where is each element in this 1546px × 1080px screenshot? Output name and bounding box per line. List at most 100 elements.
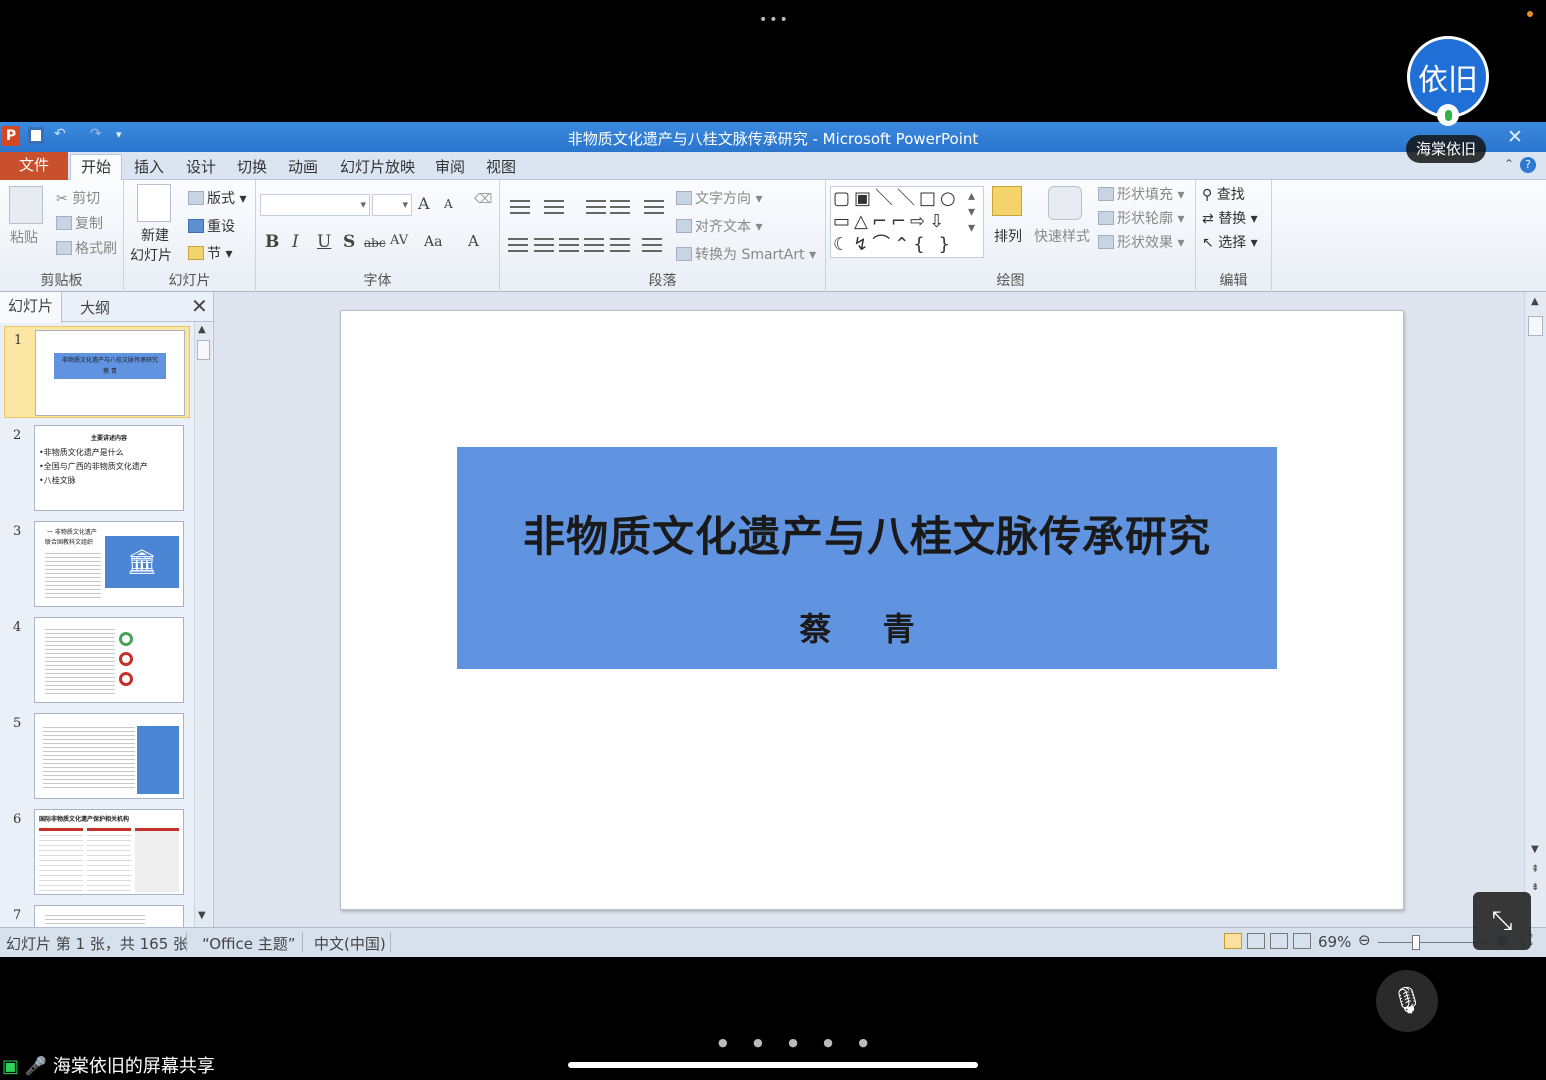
tab-transitions[interactable]: 切换: [237, 156, 267, 177]
justify-icon[interactable]: [584, 238, 604, 252]
close-window-button[interactable]: ✕: [1507, 126, 1523, 148]
format-painter-button[interactable]: 格式刷: [56, 238, 117, 258]
help-icon[interactable]: ?: [1520, 157, 1537, 173]
text-direction-button[interactable]: 文字方向 ▾: [676, 188, 762, 208]
tab-review[interactable]: 审阅: [435, 156, 465, 177]
font-size-select[interactable]: ▾: [372, 194, 412, 216]
grow-font-button[interactable]: A: [418, 194, 430, 213]
arrange-icon[interactable]: [992, 186, 1022, 216]
zoom-level[interactable]: 69%: [1318, 933, 1351, 951]
tab-home[interactable]: 开始: [70, 154, 122, 181]
slide-thumbnail-5[interactable]: 5: [4, 710, 190, 802]
new-slide-button[interactable]: 幻灯片: [130, 245, 172, 265]
numbering-icon[interactable]: [544, 200, 564, 214]
mute-microphone-icon[interactable]: 🎙: [1376, 970, 1438, 1032]
distribute-icon[interactable]: [610, 238, 630, 252]
slide-thumbnail-3[interactable]: 3 一 非物质文化遗产 联合国教科文组织 🏛: [4, 518, 190, 610]
smartart-button[interactable]: 转换为 SmartArt ▾: [676, 244, 816, 264]
slide-canvas[interactable]: 非物质文化遗产与八桂文脉传承研究 蔡 青: [340, 310, 1404, 910]
next-slide-icon[interactable]: ⇟: [1531, 882, 1539, 893]
paste-icon[interactable]: [9, 186, 43, 224]
tab-insert[interactable]: 插入: [134, 156, 164, 177]
tab-outline[interactable]: 大纲: [80, 297, 110, 318]
gallery-scroll[interactable]: ▴ ▾ ▾: [968, 188, 975, 236]
align-left-icon[interactable]: [508, 238, 528, 252]
columns-icon[interactable]: [642, 238, 662, 252]
font-name-select[interactable]: ▾: [260, 194, 370, 216]
tab-view[interactable]: 视图: [486, 156, 516, 177]
section-button[interactable]: 节 ▾: [188, 243, 232, 263]
slide-thumbnail-1[interactable]: 1 非物质文化遗产与八桂文脉传承研究蔡 青: [4, 326, 190, 418]
shadow-button[interactable]: S: [343, 232, 355, 252]
scroll-down-icon[interactable]: ▼: [198, 910, 206, 921]
slide-thumbnail-4[interactable]: 4: [4, 614, 190, 706]
previous-slide-icon[interactable]: ⇞: [1531, 864, 1539, 875]
language-status[interactable]: 中文(中国): [314, 933, 386, 954]
top-dots[interactable]: •••: [759, 12, 790, 28]
tab-slideshow[interactable]: 幻灯片放映: [340, 156, 415, 177]
tab-slides[interactable]: 幻灯片: [0, 292, 62, 323]
reset-button[interactable]: 重设: [188, 216, 235, 236]
shape-effects-button[interactable]: 形状效果 ▾: [1098, 232, 1184, 252]
arrange-button[interactable]: 排列: [994, 226, 1022, 246]
tab-design[interactable]: 设计: [186, 156, 216, 177]
new-slide-label[interactable]: 新建: [141, 225, 169, 245]
cut-button[interactable]: ✂ 剪切: [56, 188, 100, 208]
copy-button[interactable]: 复制: [56, 213, 103, 233]
slide-sorter-icon[interactable]: [1247, 933, 1265, 949]
scroll-down-icon[interactable]: ▼: [1531, 844, 1539, 855]
tab-file[interactable]: 文件: [0, 152, 68, 180]
zoom-slider-knob[interactable]: [1412, 935, 1420, 950]
underline-button[interactable]: U: [317, 232, 331, 252]
bullets-icon[interactable]: [510, 200, 530, 214]
shape-outline-button[interactable]: 形状轮廓 ▾: [1098, 208, 1184, 228]
italic-button[interactable]: I: [292, 232, 299, 252]
panel-scroll-thumb[interactable]: [197, 340, 210, 360]
slide-title[interactable]: 非物质文化遗产与八桂文脉传承研究: [457, 503, 1277, 564]
scroll-up-icon[interactable]: ▲: [198, 324, 206, 335]
slide-thumbnail-2[interactable]: 2 主要讲述内容 •非物质文化遗产是什么 •全国与广西的非物质文化遗产 •八桂文…: [4, 422, 190, 514]
editor-scroll-thumb[interactable]: [1528, 316, 1543, 336]
quick-styles-button[interactable]: 快速样式: [1034, 226, 1090, 246]
font-color-button[interactable]: A: [468, 232, 479, 250]
new-slide-icon[interactable]: [137, 184, 171, 222]
slide-thumbnail-7[interactable]: 7: [4, 902, 190, 927]
zoom-out-icon[interactable]: ⊖: [1358, 931, 1371, 949]
close-panel-button[interactable]: ✕: [191, 294, 208, 318]
clear-format-icon[interactable]: ⌫: [474, 192, 492, 207]
home-indicator[interactable]: [568, 1062, 978, 1068]
tab-animations[interactable]: 动画: [288, 156, 318, 177]
panel-scrollbar[interactable]: ▲ ▼: [194, 322, 212, 927]
page-indicator[interactable]: ● ● ● ● ●: [718, 1036, 879, 1049]
strikethrough-button[interactable]: abc: [364, 236, 386, 250]
shapes-gallery[interactable]: ▢▣＼＼□○ ▭△⌐⌐⇨⇩ ☾↯⌒⌃{ }: [830, 186, 984, 258]
quick-styles-icon[interactable]: [1048, 186, 1082, 220]
increase-indent-icon[interactable]: [610, 200, 630, 214]
scroll-up-icon[interactable]: ▲: [1531, 296, 1539, 307]
change-case-button[interactable]: Aa: [424, 234, 442, 250]
line-spacing-icon[interactable]: [644, 200, 664, 214]
align-right-icon[interactable]: [559, 238, 579, 252]
minimize-ribbon-icon[interactable]: ⌃: [1504, 157, 1514, 171]
paste-button[interactable]: 粘贴: [10, 227, 38, 247]
align-center-icon[interactable]: [534, 238, 554, 252]
slideshow-view-icon[interactable]: [1293, 933, 1311, 949]
char-spacing-button[interactable]: AV: [390, 233, 408, 248]
shrink-font-button[interactable]: A: [444, 197, 453, 211]
zoom-slider[interactable]: [1378, 942, 1488, 943]
slide-author[interactable]: 蔡 青: [457, 604, 1277, 650]
shape-fill-button[interactable]: 形状填充 ▾: [1098, 184, 1184, 204]
slide-thumbnail-6[interactable]: 6 国际非物质文化遗产保护相关机构: [4, 806, 190, 898]
slide-title-box[interactable]: 非物质文化遗产与八桂文脉传承研究 蔡 青: [457, 447, 1277, 669]
exit-fullscreen-icon[interactable]: ⤡: [1473, 892, 1531, 950]
select-button[interactable]: ↖ 选择 ▾: [1202, 232, 1258, 252]
align-text-button[interactable]: 对齐文本 ▾: [676, 216, 762, 236]
reading-view-icon[interactable]: [1270, 933, 1288, 949]
replace-button[interactable]: ⇄ 替换 ▾: [1202, 208, 1258, 228]
bold-button[interactable]: B: [265, 232, 279, 252]
editor-scrollbar[interactable]: ▲ ▼ ⇞ ⇟: [1524, 292, 1546, 927]
find-button[interactable]: ⚲ 查找: [1202, 184, 1245, 204]
normal-view-icon[interactable]: [1224, 933, 1242, 949]
decrease-indent-icon[interactable]: [586, 200, 606, 214]
layout-button[interactable]: 版式 ▾: [188, 188, 246, 208]
